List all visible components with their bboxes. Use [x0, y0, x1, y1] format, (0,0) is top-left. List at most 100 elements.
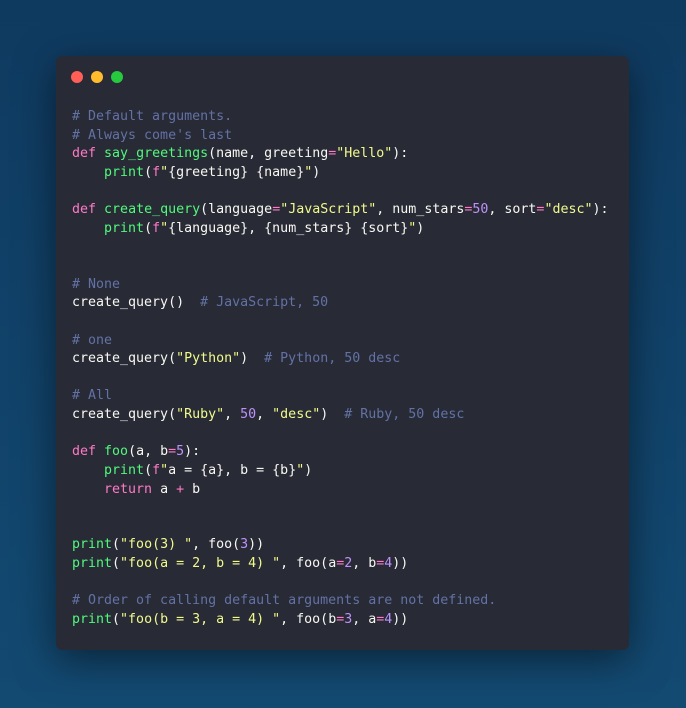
code-line: def foo(a, b=5): — [72, 443, 609, 462]
string-token: "foo(a = 2, b = 4) " — [120, 556, 281, 571]
text-token: , foo(b — [280, 611, 337, 627]
code-line: create_query("Python") # Python, 50 desc — [72, 350, 609, 369]
function-token: say_greetings — [104, 146, 209, 162]
code-line: # one — [72, 332, 609, 351]
string-token: "Hello" — [336, 146, 393, 162]
minimize-window-button[interactable] — [91, 71, 103, 83]
text-token: ) — [416, 220, 425, 236]
comment-token: # None — [72, 276, 121, 292]
string-token: " — [160, 164, 169, 180]
text-token: , — [224, 407, 241, 422]
keyword-token: f — [152, 164, 161, 180]
code-line: print(f"{greeting} {name}") — [72, 164, 609, 183]
text-token: {greeting} {name} — [168, 164, 305, 180]
code-line: # Default arguments. — [72, 108, 609, 127]
text-token: ): — [392, 146, 409, 162]
text-token: (language — [200, 202, 273, 218]
text-token: ( — [144, 164, 153, 180]
code-line: # None — [72, 276, 609, 295]
text-token: create_query() — [72, 295, 201, 311]
text-token: (name, greeting — [208, 146, 329, 162]
code-line: print(f"a = {a}, b = {b}") — [72, 462, 609, 481]
text-token: ): — [184, 444, 201, 460]
text-token: )) — [248, 537, 265, 553]
function-token: print — [72, 556, 113, 571]
text-token: create_query( — [72, 351, 177, 367]
string-token: "desc" — [272, 407, 321, 422]
function-token: print — [72, 611, 113, 627]
function-token: print — [72, 537, 113, 553]
code-line: print(f"{language}, {num_stars} {sort}") — [72, 220, 609, 239]
comment-token: # Always come's last — [72, 127, 233, 143]
maximize-window-button[interactable] — [111, 71, 123, 83]
number-token: 3 — [240, 537, 249, 553]
code-line: # All — [72, 387, 609, 406]
comment-token: # Ruby, 50 desc — [344, 407, 465, 422]
text-token: ( — [112, 611, 121, 627]
number-token: 5 — [176, 444, 185, 460]
comment-token: # Python, 50 desc — [264, 351, 401, 367]
text-token: ( — [112, 556, 121, 571]
code-line: return a + b — [72, 481, 609, 500]
text-token: a = {a}, b = {b} — [168, 462, 297, 478]
function-token: foo — [104, 444, 129, 460]
function-token: print — [104, 220, 145, 236]
string-token: "JavaScript" — [280, 202, 377, 218]
text-token: a — [152, 481, 177, 497]
text-token: ): — [592, 202, 609, 218]
text-token: , a — [352, 611, 377, 627]
code-block: # Default arguments. # Always come's last… — [72, 108, 609, 630]
comment-token: # All — [72, 388, 113, 404]
keyword-token: f — [152, 462, 161, 478]
text-token: , sort — [488, 202, 537, 218]
string-token: "Ruby" — [176, 407, 225, 422]
function-token: create_query — [104, 202, 201, 218]
operator-token: = — [272, 202, 281, 218]
text-token: ( — [144, 220, 153, 236]
number-token: 50 — [472, 202, 489, 218]
close-window-button[interactable] — [71, 71, 83, 83]
keyword-token: def — [72, 146, 97, 162]
code-line: create_query() # JavaScript, 50 — [72, 294, 609, 313]
keyword-token: def — [72, 202, 97, 218]
comment-token: # JavaScript, 50 — [200, 295, 329, 311]
operator-token: + — [176, 481, 185, 497]
text-token: (a, b — [128, 444, 169, 460]
code-line: def create_query(language="JavaScript", … — [72, 201, 609, 220]
text-token: , — [256, 407, 273, 422]
code-line: print("foo(a = 2, b = 4) ", foo(a=2, b=4… — [72, 555, 609, 574]
code-line: create_query("Ruby", 50, "desc") # Ruby,… — [72, 406, 609, 425]
keyword-token: def — [72, 444, 97, 460]
text-token: ) — [240, 351, 265, 367]
comment-token: # Order of calling default arguments are… — [72, 593, 497, 609]
code-line: # Always come's last — [72, 127, 609, 146]
keyword-token: f — [152, 220, 161, 236]
text-token: , foo( — [192, 537, 241, 553]
text-token: , num_stars — [376, 202, 465, 218]
function-token: print — [104, 164, 145, 180]
text-token: ) — [312, 164, 321, 180]
string-token: " — [160, 462, 169, 478]
string-token: "foo(3) " — [120, 537, 193, 553]
text-token: ( — [112, 537, 121, 553]
string-token: " — [160, 220, 169, 236]
comment-token: # Default arguments. — [72, 109, 233, 124]
text-token: )) — [392, 611, 409, 627]
comment-token: # one — [72, 332, 113, 348]
text-token: b — [184, 481, 201, 497]
text-token: ) — [304, 462, 313, 478]
